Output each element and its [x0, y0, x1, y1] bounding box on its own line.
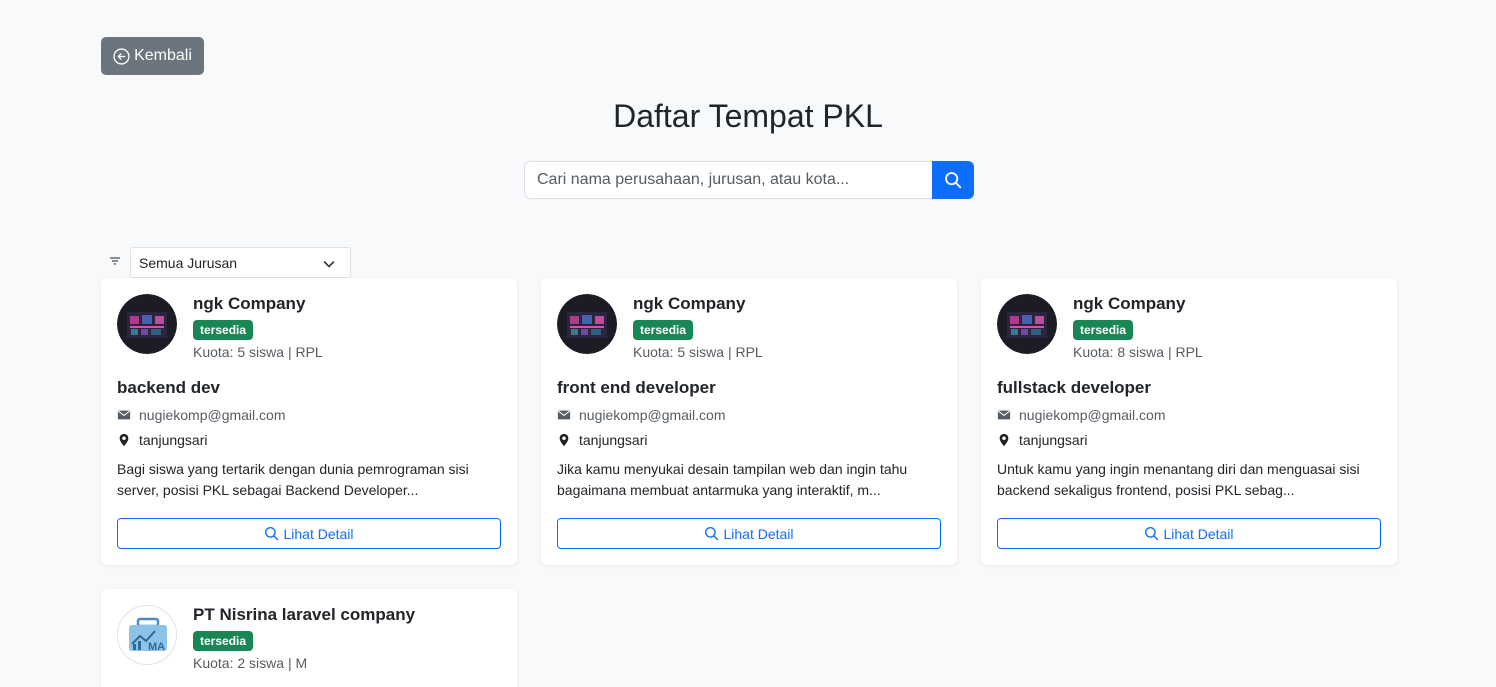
view-detail-label: Lihat Detail — [283, 525, 354, 542]
email-row: nugiekomp@gmail.com — [117, 407, 286, 423]
view-detail-button[interactable]: Lihat Detail — [997, 518, 1381, 549]
email-text: nugiekomp@gmail.com — [579, 407, 726, 423]
quota-text: Kuota: 2 siswa | M — [193, 655, 308, 671]
logo-text: MA — [148, 641, 165, 653]
quota-text: Kuota: 8 siswa | RPL — [1073, 344, 1203, 360]
email-row: nugiekomp@gmail.com — [997, 407, 1166, 423]
envelope-icon — [997, 410, 1011, 420]
company-card: ngk Company tersedia Kuota: 5 siswa | RP… — [101, 278, 517, 565]
company-name: ngk Company — [1073, 294, 1186, 313]
location-row: tanjungsari — [557, 432, 648, 448]
company-logo: MA — [117, 605, 177, 665]
status-badge: tersedia — [633, 320, 694, 340]
search-icon — [1145, 526, 1159, 541]
view-detail-label: Lihat Detail — [1163, 525, 1234, 542]
email-text: nugiekomp@gmail.com — [1019, 407, 1166, 423]
view-detail-button[interactable]: Lihat Detail — [557, 518, 941, 549]
envelope-icon — [117, 410, 131, 420]
status-badge: tersedia — [193, 320, 254, 340]
location-pin-icon — [559, 433, 569, 447]
envelope-icon — [557, 410, 571, 420]
description-text: Jika kamu menyukai desain tampilan web d… — [557, 461, 908, 498]
location-text: tanjungsari — [1019, 432, 1088, 448]
view-detail-button[interactable]: Lihat Detail — [117, 518, 501, 549]
company-name: ngk Company — [193, 294, 306, 313]
location-pin-icon — [999, 433, 1009, 447]
arrow-left-circle-icon — [113, 47, 130, 65]
location-pin-icon — [119, 433, 129, 447]
company-logo — [997, 294, 1057, 354]
location-text: tanjungsari — [139, 432, 208, 448]
search-bar — [524, 161, 974, 199]
position-title: front end developer — [557, 378, 716, 397]
location-text: tanjungsari — [579, 432, 648, 448]
quota-text: Kuota: 5 siswa | RPL — [633, 344, 763, 360]
back-button-label: Kembali — [134, 47, 192, 64]
search-icon — [265, 526, 279, 541]
filter-icon — [110, 257, 120, 265]
position-title: backend dev — [117, 378, 220, 397]
quota-text: Kuota: 5 siswa | RPL — [193, 344, 323, 360]
company-card: ngk Company tersedia Kuota: 8 siswa | RP… — [981, 278, 1397, 565]
location-row: tanjungsari — [117, 432, 208, 448]
company-name: PT Nisrina laravel company — [193, 605, 416, 624]
search-icon — [945, 172, 962, 189]
search-icon — [705, 526, 719, 541]
company-logo — [557, 294, 617, 354]
back-button[interactable]: Kembali — [101, 37, 204, 75]
position-title: fullstack developer — [997, 378, 1152, 397]
location-row: tanjungsari — [997, 432, 1088, 448]
status-badge: tersedia — [193, 631, 254, 651]
email-row: nugiekomp@gmail.com — [557, 407, 726, 423]
chevron-down-icon — [323, 261, 335, 268]
description-text: Bagi siswa yang tertarik dengan dunia pe… — [117, 461, 469, 498]
page-title: Daftar Tempat PKL — [613, 98, 883, 134]
major-filter-value: Semua Jurusan — [139, 254, 238, 271]
search-input[interactable] — [524, 161, 932, 199]
company-logo — [117, 294, 177, 354]
major-filter-select[interactable]: Semua Jurusan — [130, 247, 351, 278]
view-detail-label: Lihat Detail — [723, 525, 794, 542]
company-card: MA PT Nisrina laravel company tersedia K… — [101, 589, 517, 687]
email-text: nugiekomp@gmail.com — [139, 407, 286, 423]
status-badge: tersedia — [1073, 320, 1134, 340]
search-button[interactable] — [932, 161, 974, 199]
company-card: ngk Company tersedia Kuota: 5 siswa | RP… — [541, 278, 957, 565]
company-name: ngk Company — [633, 294, 746, 313]
description-text: Untuk kamu yang ingin menantang diri dan… — [997, 461, 1360, 498]
